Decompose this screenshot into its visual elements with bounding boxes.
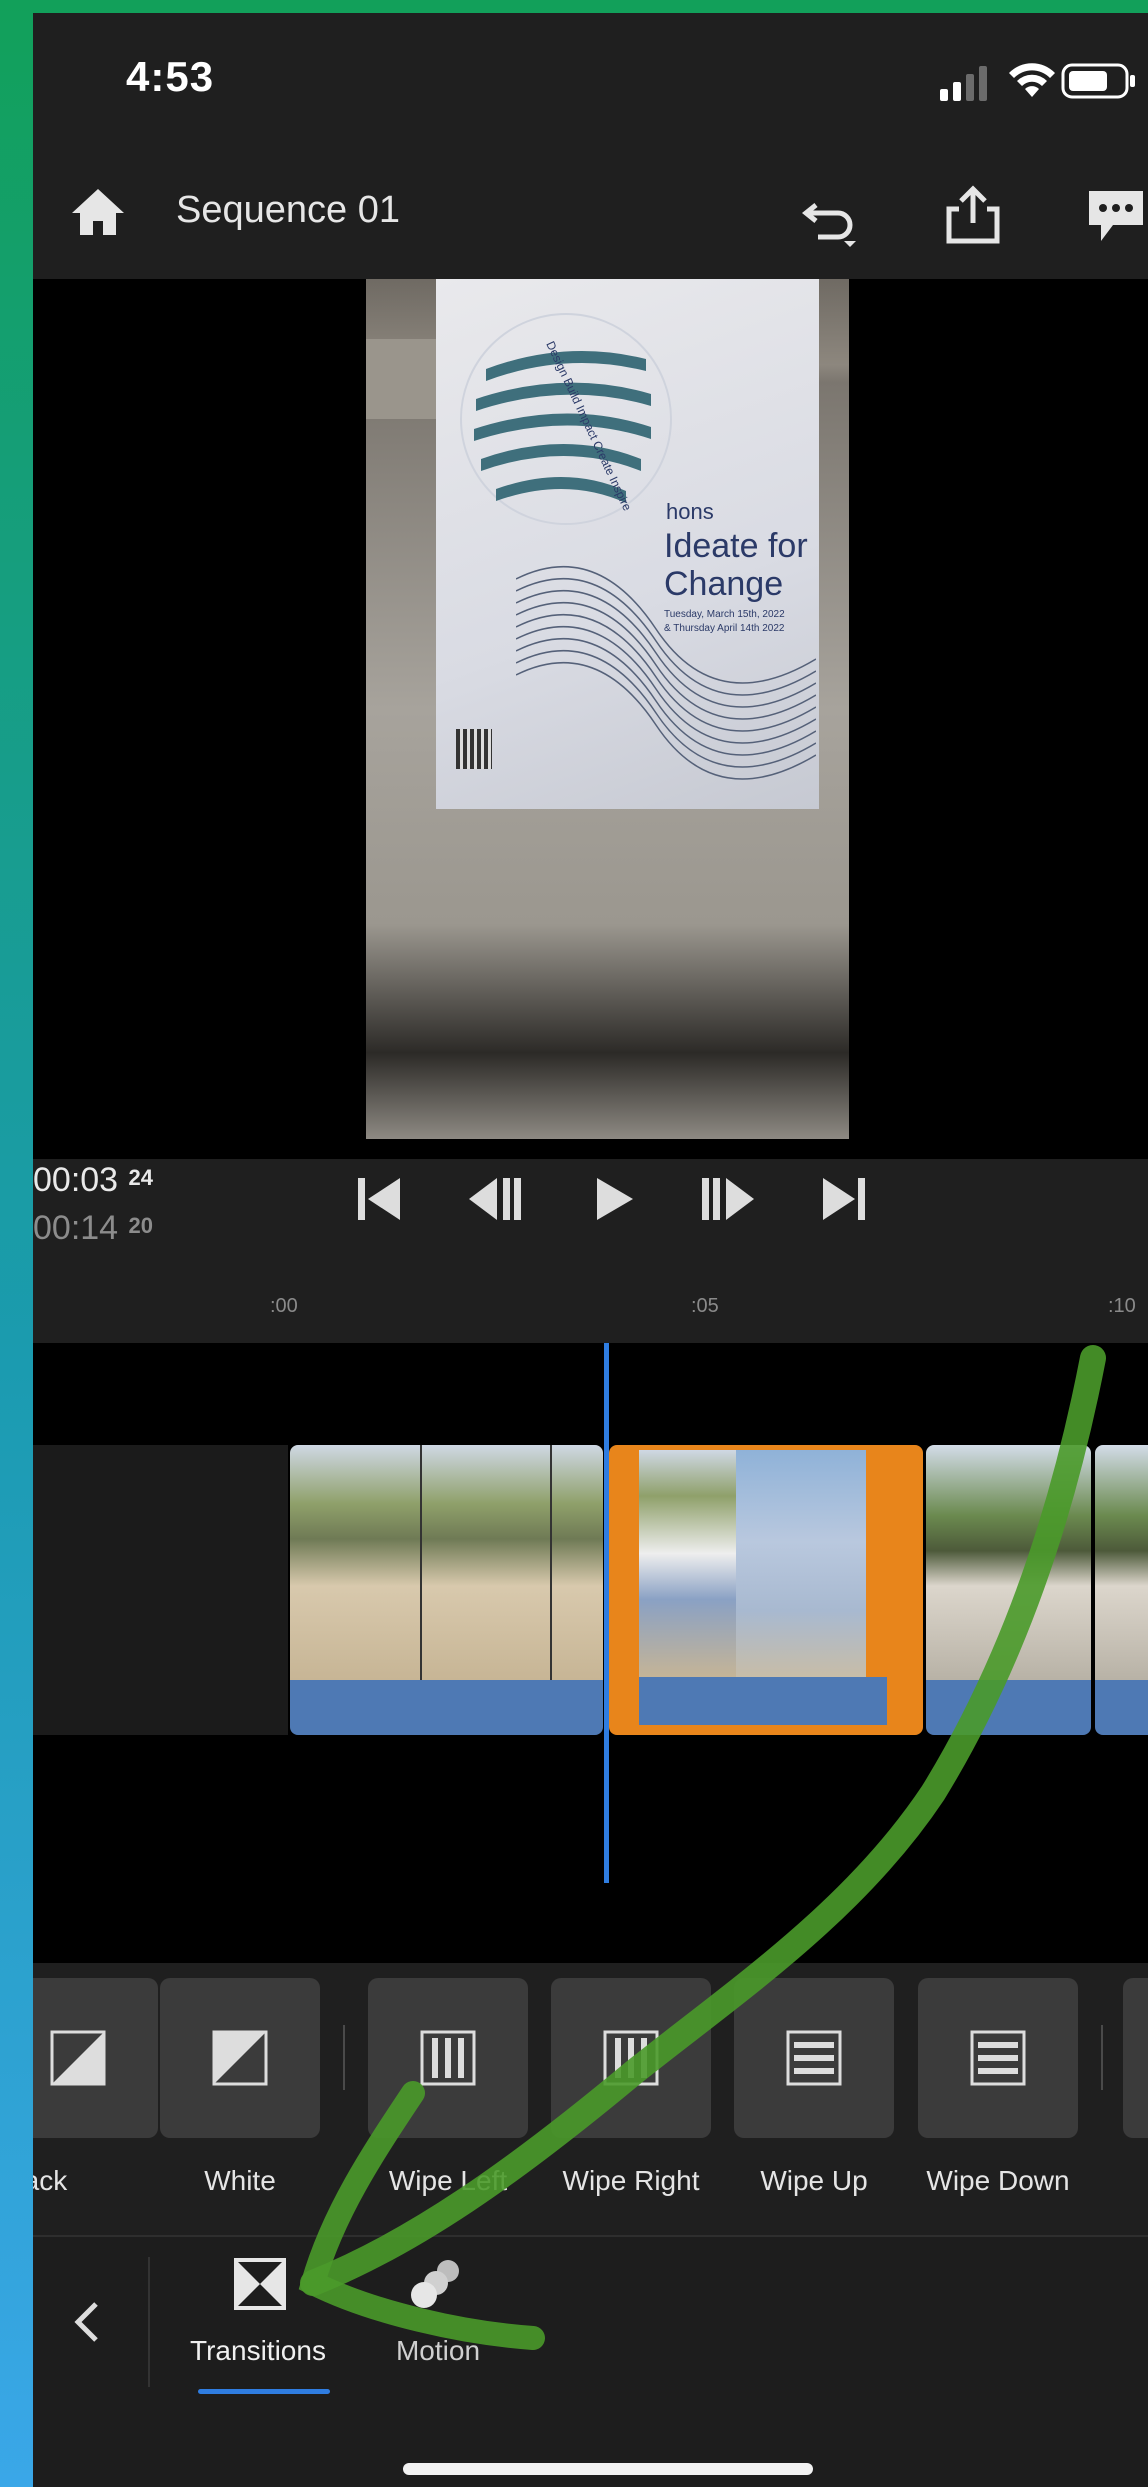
horizontal-bars-icon (970, 2030, 1026, 2086)
go-to-end-button[interactable] (813, 1168, 875, 1230)
tab-transitions[interactable]: Transitions (183, 2257, 333, 2417)
transition-label: Wipe Down (926, 2165, 1070, 2196)
motion-icon (411, 2260, 459, 2308)
poster-wave-pattern (516, 566, 816, 780)
play-button[interactable] (583, 1168, 645, 1230)
tab-motion[interactable]: Motion (363, 2257, 513, 2417)
qr-code (456, 729, 492, 769)
video-preview: hons Ideate for Change Tuesday, March 15… (33, 279, 1148, 1159)
vertical-bars-icon (603, 2030, 659, 2086)
go-to-start-button[interactable] (348, 1168, 410, 1230)
transition-label: Wipe Up (760, 2165, 868, 2196)
wifi-icon (1007, 61, 1057, 101)
timeline-track[interactable] (33, 1343, 1148, 1993)
audio-waveform (290, 1680, 603, 1735)
half-black-square-icon (50, 2030, 106, 2086)
transitions-icon (234, 2258, 286, 2310)
undo-button[interactable] (798, 185, 868, 255)
play-icon (597, 1178, 633, 1220)
half-white-square-icon (212, 2030, 268, 2086)
back-button[interactable] (58, 2292, 118, 2352)
status-time: 4:53 (126, 53, 215, 100)
comment-icon (1089, 191, 1143, 241)
transition-label: Wipe Left (388, 2165, 508, 2196)
skip-end-icon (823, 1178, 865, 1220)
transition-white[interactable] (160, 1978, 320, 2138)
feedback-button[interactable] (1083, 185, 1148, 247)
audio-waveform (926, 1680, 1091, 1735)
audio-waveform (639, 1677, 887, 1725)
previous-frame-button[interactable] (463, 1168, 525, 1230)
transition-wipe-right[interactable] (551, 1978, 711, 2138)
home-icon (72, 189, 124, 235)
vertical-bars-icon (420, 2030, 476, 2086)
separator (148, 2257, 150, 2387)
transition-label: Wipe Right (562, 2165, 700, 2196)
transition-wipe-up[interactable] (734, 1978, 894, 2138)
step-back-icon (469, 1178, 521, 1220)
ruler-mark-10: :10 (1108, 1295, 1136, 1317)
playhead[interactable] (604, 1343, 609, 1883)
timeline-clip[interactable] (290, 1445, 603, 1735)
ruler-mark-5: :05 (691, 1295, 719, 1317)
poster-graphic (460, 313, 672, 525)
preview-frame: hons Ideate for Change Tuesday, March 15… (366, 279, 849, 1139)
chevron-left-icon (74, 2302, 98, 2342)
empty-track-area (33, 1445, 288, 1735)
poster-image: hons Ideate for Change Tuesday, March 15… (436, 279, 819, 809)
ruler-mark-0: :00 (270, 1295, 298, 1317)
battery-icon (1061, 63, 1141, 99)
undo-icon (801, 203, 856, 247)
total-timecode: 00:14 20 (33, 1209, 154, 1247)
signal-icon (938, 65, 998, 101)
step-forward-icon (702, 1178, 754, 1220)
audio-waveform (1095, 1680, 1148, 1735)
timeline-clip[interactable] (1095, 1445, 1148, 1735)
sequence-title: Sequence 01 (176, 189, 400, 231)
skip-start-icon (358, 1178, 400, 1220)
transition-label: Black (33, 2165, 68, 2196)
app-screen: 4:53 Sequence 01 hons Ideate for Change … (33, 13, 1148, 2487)
tab-label: Motion (395, 2335, 481, 2366)
bottom-toolbar: Transitions Motion (33, 2235, 1148, 2487)
current-timecode: 00:03 24 (33, 1161, 154, 1199)
active-tab-indicator (198, 2389, 330, 2394)
timeline-clip-selected[interactable] (609, 1445, 923, 1735)
home-indicator (403, 2463, 813, 2475)
tab-label: Transitions (190, 2335, 326, 2366)
transition-more[interactable] (1123, 1978, 1148, 2138)
divider (1101, 2025, 1103, 2090)
transition-black[interactable] (33, 1978, 158, 2138)
share-button[interactable] (943, 183, 1003, 248)
transition-wipe-left[interactable] (368, 1978, 528, 2138)
transition-label: White (204, 2165, 276, 2196)
share-icon (946, 185, 1000, 244)
next-frame-button[interactable] (698, 1168, 760, 1230)
transition-wipe-down[interactable] (918, 1978, 1078, 2138)
horizontal-bars-icon (786, 2030, 842, 2086)
timeline-clip[interactable] (926, 1445, 1091, 1735)
home-button[interactable] (68, 183, 128, 241)
divider (343, 2025, 345, 2090)
poster-brand: hons (666, 499, 714, 524)
